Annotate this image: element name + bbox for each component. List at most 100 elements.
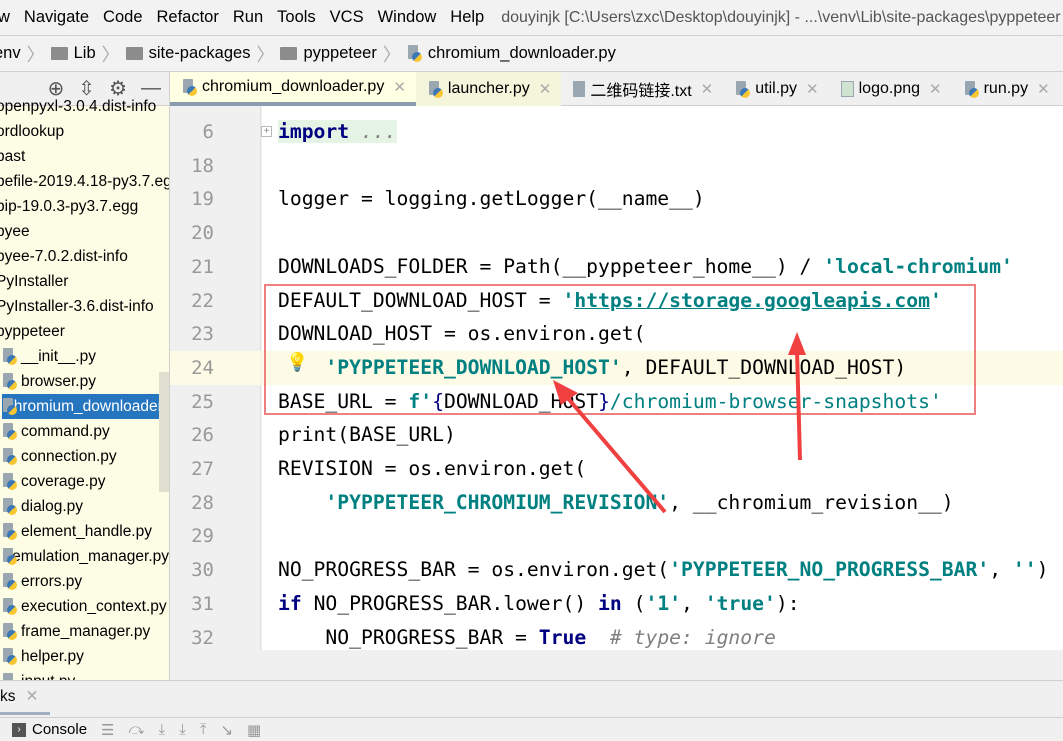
python-file-icon bbox=[2, 648, 17, 665]
tree-item[interactable]: past bbox=[0, 144, 169, 169]
breadcrumb-item[interactable]: Lib bbox=[50, 44, 96, 63]
tree-item[interactable]: ordlookup bbox=[0, 119, 169, 144]
code-token: DOWNLOAD_HOST bbox=[443, 389, 599, 413]
code-line: 'PYPPETEER_CHROMIUM_REVISION', __chromiu… bbox=[262, 486, 1063, 520]
tree-item-label: __init__.py bbox=[21, 348, 96, 365]
tree-item[interactable]: PyInstaller-3.6.dist-info bbox=[0, 294, 169, 319]
code-token: ) bbox=[1036, 558, 1049, 582]
tab-logo-png[interactable]: logo.png ✕ bbox=[829, 72, 952, 106]
menu-w[interactable]: w bbox=[0, 8, 17, 27]
step-out-icon[interactable]: ⤒ bbox=[200, 721, 207, 738]
line-number: 26 bbox=[191, 424, 214, 447]
breadcrumb-item[interactable]: pyppeteer bbox=[280, 44, 377, 63]
tree-item-label: element_handle.py bbox=[21, 523, 152, 540]
tree-item[interactable]: PyInstaller bbox=[0, 269, 169, 294]
step-into-icon[interactable]: ⤓ bbox=[159, 721, 166, 738]
tab--txt[interactable]: 二维码链接.txt ✕ bbox=[561, 72, 723, 106]
python-file-icon bbox=[964, 80, 979, 98]
close-icon[interactable]: ✕ bbox=[806, 80, 819, 98]
scrollbar[interactable] bbox=[159, 372, 169, 492]
code-line: DOWNLOAD_HOST = os.environ.get( bbox=[262, 317, 1063, 351]
tree-item[interactable]: chromium_downloader.py bbox=[2, 394, 169, 419]
step-into-my-code-icon[interactable]: ⤓ bbox=[179, 721, 186, 738]
tree-item-label: errors.py bbox=[21, 573, 83, 590]
tree-item-label: pyee-7.0.2.dist-info bbox=[0, 248, 128, 265]
evaluate-icon[interactable]: ▦ bbox=[247, 721, 261, 739]
tree-item[interactable]: dialog.py bbox=[2, 494, 169, 519]
menu-window[interactable]: Window bbox=[371, 8, 444, 27]
tab-label: 二维码链接.txt bbox=[590, 83, 692, 100]
tab-util-py[interactable]: util.py ✕ bbox=[723, 72, 828, 106]
close-icon[interactable]: ✕ bbox=[26, 687, 39, 706]
tree-item[interactable]: helper.py bbox=[2, 644, 169, 669]
breadcrumb-item[interactable]: chromium_downloader.py bbox=[407, 44, 616, 63]
tree-item[interactable]: openpyxl-3.0.4.dist-info bbox=[0, 94, 169, 119]
close-icon[interactable]: ✕ bbox=[393, 78, 406, 96]
tree-item[interactable]: pyppeteer bbox=[0, 319, 169, 344]
python-file-icon bbox=[2, 548, 18, 565]
code-token: logger = logging.getLogger(__name__) bbox=[278, 187, 705, 211]
python-file-icon bbox=[2, 448, 17, 465]
code-line: DEFAULT_DOWNLOAD_HOST = 'https://storage… bbox=[262, 284, 1063, 318]
tree-item[interactable]: execution_context.py bbox=[2, 594, 169, 619]
tree-item[interactable]: pyee bbox=[0, 219, 169, 244]
tree-item-label: emulation_manager.py bbox=[12, 548, 169, 565]
close-icon[interactable]: ✕ bbox=[539, 80, 552, 98]
code-line: DOWNLOADS_FOLDER = Path(__pyppeteer_home… bbox=[262, 250, 1063, 284]
breadcrumb-label: pyppeteer bbox=[303, 44, 377, 62]
breadcrumb-item[interactable]: env bbox=[0, 44, 21, 63]
tree-item-label: past bbox=[0, 148, 26, 165]
tab-launcher-py[interactable]: launcher.py ✕ bbox=[415, 72, 562, 106]
close-icon[interactable]: ✕ bbox=[701, 80, 714, 98]
menu-vcs[interactable]: VCS bbox=[323, 8, 371, 27]
menu-icon[interactable]: ☰ bbox=[101, 721, 114, 739]
tree-item[interactable]: errors.py bbox=[2, 569, 169, 594]
bottom-tab-label: ks bbox=[0, 687, 16, 705]
menu-navigate[interactable]: Navigate bbox=[17, 8, 96, 27]
editor-tabs: chromium_downloader.py ✕ launcher.py ✕ 二维码链接… bbox=[170, 72, 1063, 106]
tab-chromium_downloader-py[interactable]: chromium_downloader.py ✕ bbox=[170, 72, 416, 106]
code-token: '' bbox=[1012, 558, 1037, 582]
code-token: NO_PROGRESS_BAR = os.environ.get( bbox=[278, 558, 670, 582]
line-number: 19 bbox=[191, 188, 214, 211]
tree-item[interactable]: pyee-7.0.2.dist-info bbox=[0, 244, 169, 269]
tree-item[interactable]: frame_manager.py bbox=[2, 619, 169, 644]
tree-item[interactable]: emulation_manager.py bbox=[2, 544, 169, 569]
tree-item[interactable]: browser.py bbox=[2, 369, 169, 394]
tree-item[interactable]: pip-19.0.3-py3.7.egg bbox=[0, 194, 169, 219]
code-editor[interactable]: import ... logger = logging.getLogger(__n… bbox=[262, 106, 1063, 650]
step-over-icon[interactable]: ⤼ bbox=[129, 721, 145, 738]
bottom-tab[interactable]: ks ✕ bbox=[0, 681, 50, 715]
code-line: BASE_URL = f'{DOWNLOAD_HOST}/chromium-br… bbox=[262, 385, 1063, 419]
code-token: ): bbox=[775, 591, 800, 615]
tree-item[interactable]: input.py bbox=[2, 669, 169, 680]
menu-tools[interactable]: Tools bbox=[270, 8, 323, 27]
code-token: , DEFAULT_DOWNLOAD_HOST) bbox=[621, 355, 907, 379]
menu-run[interactable]: Run bbox=[226, 8, 270, 27]
close-icon[interactable]: ✕ bbox=[929, 80, 942, 98]
console-tab[interactable]: › Console bbox=[12, 721, 87, 738]
console-label: Console bbox=[32, 721, 88, 738]
code-token: , __chromium_revision__) bbox=[669, 490, 954, 514]
fold-icon[interactable]: + bbox=[261, 126, 272, 137]
menu-refactor[interactable]: Refactor bbox=[150, 8, 226, 27]
tree-item[interactable]: command.py bbox=[2, 419, 169, 444]
folded-imports[interactable]: import ... bbox=[278, 120, 397, 143]
lightbulb-icon[interactable]: 💡 bbox=[286, 352, 308, 373]
bottom-panel: ks ✕ › Console ☰ ⤼ ⤓ ⤓ ⤒ ↘ ▦ bbox=[0, 680, 1063, 739]
line-number: 24 bbox=[170, 350, 261, 385]
tree-item[interactable]: __init__.py bbox=[2, 344, 169, 369]
code-line: import ... bbox=[262, 115, 1063, 149]
run-to-cursor-icon[interactable]: ↘ bbox=[220, 721, 233, 739]
menu-help[interactable]: Help bbox=[443, 8, 491, 27]
tree-item[interactable]: coverage.py bbox=[2, 469, 169, 494]
tab-run-py[interactable]: run.py ✕ bbox=[952, 72, 1060, 106]
code-token: DOWNLOAD_HOST = os.environ.get( bbox=[278, 322, 646, 346]
tree-item[interactable]: element_handle.py bbox=[2, 519, 169, 544]
tree-item[interactable]: connection.py bbox=[2, 444, 169, 469]
menu-code[interactable]: Code bbox=[96, 8, 149, 27]
breadcrumb-item[interactable]: site-packages bbox=[125, 44, 250, 63]
tree-item[interactable]: pefile-2019.4.18-py3.7.egg bbox=[0, 169, 169, 194]
close-icon[interactable]: ✕ bbox=[1037, 80, 1050, 98]
